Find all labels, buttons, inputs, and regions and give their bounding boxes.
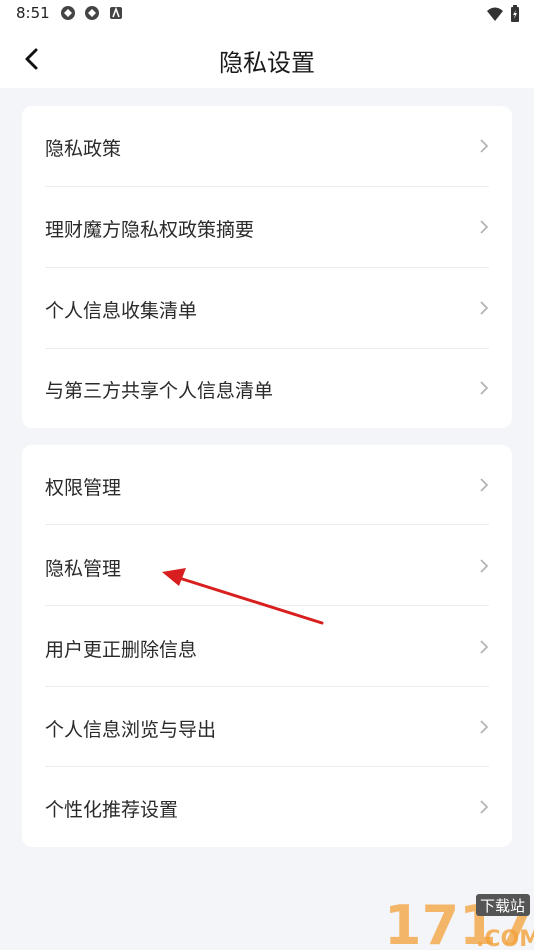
status-bar: 8:51 xyxy=(0,0,534,30)
menu-item-label: 与第三方共享个人信息清单 xyxy=(45,380,274,402)
chevron-right-icon xyxy=(480,800,489,814)
menu-item-label: 个性化推荐设置 xyxy=(45,799,179,821)
chevron-right-icon xyxy=(480,478,489,492)
menu-item-personalized-recommendation[interactable]: 个性化推荐设置 xyxy=(45,767,489,847)
status-time: 8:51 xyxy=(16,4,50,22)
chevron-right-icon xyxy=(480,139,489,153)
menu-item-label: 隐私政策 xyxy=(45,138,122,160)
chevron-right-icon xyxy=(480,640,489,654)
menu-item-third-party-sharing[interactable]: 与第三方共享个人信息清单 xyxy=(45,348,489,428)
menu-item-privacy-summary[interactable]: 理财魔方隐私权政策摘要 xyxy=(45,187,489,267)
divider xyxy=(45,524,489,525)
menu-item-browse-export-info[interactable]: 个人信息浏览与导出 xyxy=(45,687,489,767)
sync-icon-2 xyxy=(85,6,99,20)
battery-icon xyxy=(511,5,519,22)
wifi-icon xyxy=(487,7,503,21)
chevron-right-icon xyxy=(480,301,489,315)
menu-item-label: 用户更正删除信息 xyxy=(45,639,198,661)
watermark-logo: 17178 下载站 .COM xyxy=(384,894,534,950)
menu-item-label: 理财魔方隐私权政策摘要 xyxy=(45,219,255,241)
notification-app-icon xyxy=(110,6,122,19)
settings-card-policies: 隐私政策 理财魔方隐私权政策摘要 个人信息收集清单 与第三方共享个人信息清单 xyxy=(22,106,512,428)
chevron-right-icon xyxy=(480,559,489,573)
menu-item-label: 权限管理 xyxy=(45,477,122,499)
app-header: 隐私设置 xyxy=(0,30,534,88)
settings-card-management: 权限管理 隐私管理 用户更正删除信息 个人信息浏览与导出 个性化推荐设置 xyxy=(22,445,512,847)
chevron-right-icon xyxy=(480,381,489,395)
annotation-arrow-icon xyxy=(162,568,324,625)
sync-icon xyxy=(61,6,75,20)
menu-item-collection-list[interactable]: 个人信息收集清单 xyxy=(45,268,489,348)
page-title: 隐私设置 xyxy=(219,49,315,77)
chevron-right-icon xyxy=(480,220,489,234)
svg-text:下载站: 下载站 xyxy=(480,897,525,915)
svg-text:.COM: .COM xyxy=(476,927,534,950)
chevron-right-icon xyxy=(480,720,489,734)
menu-item-label: 个人信息浏览与导出 xyxy=(45,719,217,741)
menu-item-permission-management[interactable]: 权限管理 xyxy=(45,445,489,525)
menu-item-label: 隐私管理 xyxy=(45,558,122,580)
menu-item-privacy-policy[interactable]: 隐私政策 xyxy=(45,106,489,186)
menu-item-label: 个人信息收集清单 xyxy=(45,300,198,322)
